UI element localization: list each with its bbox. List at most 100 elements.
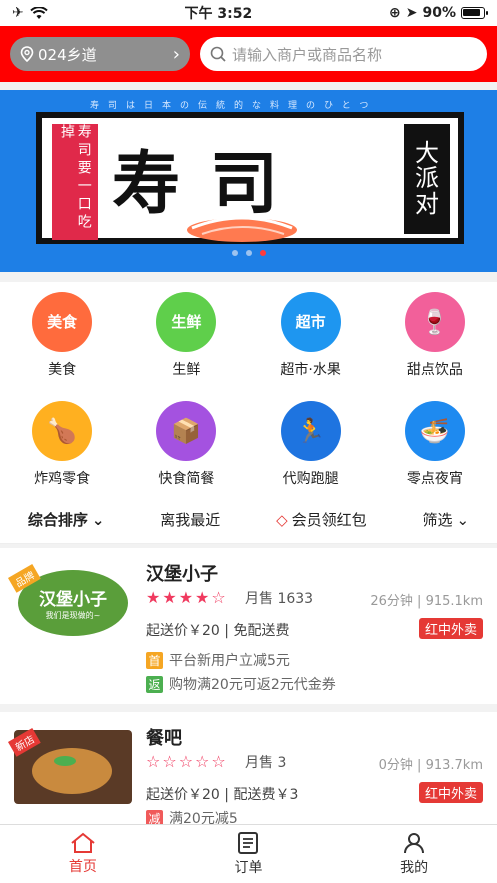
star-icon: ★ <box>146 588 161 607</box>
tab-home[interactable]: 首页 <box>69 832 97 876</box>
shop-name: 汉堡小子 <box>146 564 218 585</box>
category-label: 生鲜 <box>172 362 201 378</box>
promo-line: 返 购物满20元可返2元代金券 <box>146 674 336 694</box>
rotation-lock-icon: ⊕ <box>389 5 401 21</box>
runner-icon: 🏃 <box>280 401 341 461</box>
battery-percent: 90% <box>422 5 456 21</box>
location-text: 024乡道 <box>38 45 97 64</box>
chevron-right-icon: › <box>172 43 180 65</box>
airplane-icon: ✈ <box>12 5 24 21</box>
chevron-down-icon: ⌄ <box>91 510 105 529</box>
min-price: 起送价￥20 <box>146 787 220 803</box>
category-label: 美食 <box>48 362 77 378</box>
delivery-time: 26分钟 <box>370 594 413 609</box>
star-icon: ★ <box>178 588 194 607</box>
filter-label: 筛选 <box>422 511 453 529</box>
search-placeholder: 请输入商户或商品名称 <box>232 45 383 64</box>
star-icon: ★ <box>162 588 177 607</box>
category-item[interactable]: 🏃 代购跑腿 <box>249 401 373 488</box>
min-price: 起送价￥20 <box>146 623 220 639</box>
shop-logo-text: 汉堡小子 <box>39 590 107 610</box>
category-item[interactable]: 🍗 炸鸡零食 <box>0 401 124 488</box>
orders-icon <box>238 832 259 854</box>
promo-text: 满20元减5 <box>169 811 238 824</box>
category-item[interactable]: 超市超市·水果 <box>249 292 373 379</box>
tab-profile-label: 我的 <box>400 860 429 876</box>
category-label: 快食简餐 <box>158 471 215 487</box>
diamond-icon: ◇ <box>276 510 288 529</box>
category-item[interactable]: 🍷 甜点饮品 <box>373 292 497 379</box>
shop-card[interactable]: 新店 餐吧 ☆ ☆ ☆ ☆ ☆ 月售 3 0分钟 | 913.7km 起送价￥20 | … <box>0 712 497 824</box>
category-item[interactable]: 美食 美食 <box>0 292 124 379</box>
price-info: 起送价￥20 | 免配送费 <box>146 623 290 639</box>
carousel-dots <box>0 250 497 256</box>
sort-bar: 综合排序 ⌄ 离我最近 ◇ 会员领红包 筛选 ⌄ <box>0 496 497 544</box>
tab-home-label: 首页 <box>68 859 97 875</box>
platform-badge: 红中外卖 <box>418 618 483 639</box>
shop-card[interactable]: 汉堡小子 我们是现做的~ 品牌 汉堡小子 ★ ★ ★ ★ ☆ 月售 1633 26分钟 … <box>0 548 497 704</box>
star-outline-icon: ☆ <box>211 752 226 771</box>
star-outline-icon: ☆ <box>146 752 161 771</box>
status-right: ⊕ ➤ 90% <box>389 5 488 21</box>
category-label: 超市·水果 <box>280 362 341 378</box>
delivery-time-distance: 0分钟 | 913.7km <box>378 758 483 773</box>
star-outline-icon: ☆ <box>178 752 194 771</box>
promo-text: 购物满20元可返2元代金券 <box>169 677 336 693</box>
category-grid: 美食 美食 生鲜 生鲜 超市 超市·水果 🍷 甜点饮品 🍗 炸鸡零食 📦 快食简餐 🏃 代购跑腿 🍜 零点夜宵 <box>0 292 497 488</box>
search-icon <box>210 46 226 62</box>
category-icon-text: 美食 <box>47 312 78 331</box>
star-outline-icon: ☆ <box>162 752 177 771</box>
wine-glass-icon: 🍷 <box>404 292 465 352</box>
location-arrow-icon: ➤ <box>405 5 418 21</box>
rating-stars: ☆ ☆ ☆ ☆ ☆ <box>146 752 226 771</box>
distance: 915.1km <box>425 594 483 609</box>
status-left: ✈ <box>12 5 48 21</box>
category-item[interactable]: 📦 快食简餐 <box>124 401 248 488</box>
carousel-dot[interactable] <box>231 250 238 256</box>
category-icon-text: 生鲜 <box>171 312 202 331</box>
tab-orders[interactable]: 订单 <box>234 831 262 877</box>
location-pin-icon <box>20 46 34 62</box>
produce-icon: 生鲜 <box>156 292 217 352</box>
sort-nearest-button[interactable]: 离我最近 <box>160 509 220 530</box>
member-redpacket-button[interactable]: ◇ 会员领红包 <box>276 509 367 530</box>
member-redpacket-label: 会员领红包 <box>291 511 367 529</box>
sushi-image <box>187 216 297 242</box>
category-item[interactable]: 生鲜 生鲜 <box>124 292 248 379</box>
carousel-dot[interactable] <box>245 250 252 256</box>
category-item[interactable]: 🍜 零点夜宵 <box>373 401 497 488</box>
category-label: 炸鸡零食 <box>34 471 91 487</box>
tab-profile[interactable]: 我的 <box>400 831 428 877</box>
carousel-dot-active[interactable] <box>259 250 266 256</box>
shop-logo-subtext: 我们是现做的~ <box>45 611 101 620</box>
sort-overall-button[interactable]: 综合排序 ⌄ <box>28 509 105 530</box>
platform-badge: 红中外卖 <box>418 782 483 803</box>
delivery-fee: 免配送费 <box>233 623 290 639</box>
distance: 913.7km <box>425 758 483 773</box>
category-label: 代购跑腿 <box>282 471 339 487</box>
search-bar[interactable]: 请输入商户或商品名称 <box>200 37 487 71</box>
category-label: 零点夜宵 <box>406 471 463 487</box>
monthly-sales: 月售 1633 <box>245 591 314 607</box>
filter-button[interactable]: 筛选 ⌄ <box>422 509 469 530</box>
category-icon-text: 超市 <box>295 312 326 331</box>
bottom-tab-bar: 首页 订单 我的 <box>0 824 497 883</box>
star-icon: ★ <box>195 588 210 607</box>
status-time: 下午 3:52 <box>184 6 253 22</box>
location-selector[interactable]: 024乡道 › <box>10 37 190 71</box>
category-label: 甜点饮品 <box>406 362 463 378</box>
promo-line: 减 满20元减5 <box>146 808 238 824</box>
delivery-time: 0分钟 <box>378 758 413 773</box>
banner-left-text: 寿司要一口吃掉 <box>52 124 98 240</box>
status-bar: ✈ 下午 3:52 ⊕ ➤ 90% <box>0 0 497 26</box>
promo-banner[interactable]: 寿司は日本の伝統的な料理のひとつ 寿司要一口吃掉 寿司 大派对 <box>0 90 497 272</box>
rating-stars: ★ ★ ★ ★ ☆ <box>146 588 226 607</box>
home-icon <box>71 832 95 853</box>
user-icon <box>404 833 425 854</box>
supermarket-icon: 超市 <box>280 292 341 352</box>
price-info: 起送价￥20 | 配送费￥3 <box>146 787 299 803</box>
top-bar: 024乡道 › 请输入商户或商品名称 <box>0 26 497 82</box>
tab-orders-label: 订单 <box>234 860 263 876</box>
promo-badge: 返 <box>146 675 163 693</box>
promo-badge: 首 <box>146 651 163 669</box>
